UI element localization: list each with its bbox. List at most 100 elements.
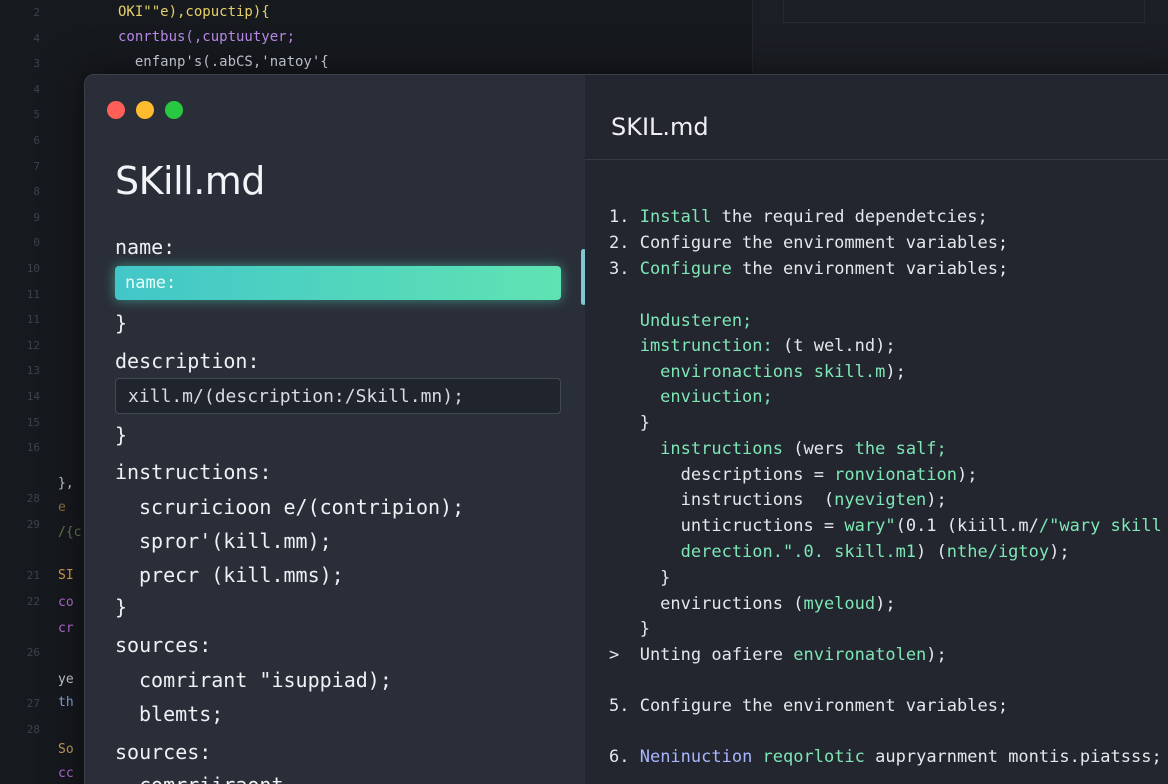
preview-token: aupryarnment montis.piatsss; (875, 747, 1162, 767)
preview-line: 1. Install the required dependetcies; (609, 207, 988, 227)
line-number: 22 (26, 594, 40, 608)
line-number: 27 (26, 697, 40, 711)
description-input[interactable]: xill.m/(description:∕Skill.mn); (115, 378, 561, 414)
preview-token: (t wel.nd); (783, 336, 896, 356)
preview-token: (0.1 (kiill.m/ (895, 516, 1039, 536)
preview-token: ronvionation (834, 465, 957, 485)
line-number: 12 (26, 338, 40, 352)
line-number: 13 (26, 364, 40, 378)
line-number: 10 (26, 261, 40, 275)
instruction-line[interactable]: precr (kill.mms); (139, 563, 344, 587)
preview-pane: SKIL.md 1. Install the required dependet… (585, 75, 1168, 784)
line-number: 29 (26, 517, 40, 531)
line-number: 4 (33, 82, 40, 96)
preview-token: > Unting oafiere (609, 645, 794, 665)
preview-token: the required dependetcies; (711, 207, 988, 227)
preview-token: instructions ( (609, 490, 835, 510)
line-number: 16 (26, 441, 40, 455)
closing-brace: } (115, 311, 128, 335)
maximize-window-button[interactable] (165, 101, 183, 119)
preview-header: SKIL.md (585, 75, 1168, 160)
preview-line: derection.".0. skill.m1) (nthe/igtoy); (609, 542, 1070, 562)
preview-token: ); (926, 490, 947, 510)
line-number: 5 (33, 108, 40, 122)
preview-token: ); (957, 465, 978, 485)
preview-token: reqorlotic (762, 747, 876, 767)
preview-line: } (609, 568, 670, 588)
preview-token: the salf; (854, 439, 947, 459)
preview-token: derection.".0. skill.m1 (609, 542, 917, 562)
preview-token: Configure (639, 259, 732, 279)
background-code-line: enfanp's(.abCS,'natoy'{ (118, 54, 329, 70)
preview-title: SKIL.md (611, 113, 709, 141)
preview-token: unticructions = (609, 516, 845, 536)
preview-token: ); (875, 594, 896, 614)
sources-label-secondary: sources: (115, 740, 212, 764)
line-number-gutter: 2 4 3 4 5 6 7 8 9 0 10 11 11 12 13 14 15 16 28 29 21 22 26 27 28 (0, 0, 40, 742)
instruction-line[interactable]: scruricioon e/(contripion); (139, 495, 464, 519)
line-number (0, 537, 40, 563)
preview-token: (wers (783, 439, 855, 459)
preview-token: nyevigten (834, 490, 927, 510)
preview-line: Undusteren; (609, 311, 753, 331)
closing-brace: } (115, 423, 128, 447)
source-line[interactable]: blemts; (139, 702, 223, 726)
preview-token: 5. Configure the environment variables; (609, 696, 1009, 716)
background-code-line: OKI""e),copuctip){ (118, 4, 270, 20)
preview-line: instructions (nyevigten); (609, 490, 947, 510)
preview-token: nthe/igtoy (946, 542, 1050, 562)
preview-line: 3. Configure the environment variables; (609, 259, 1008, 279)
minimize-window-button[interactable] (136, 101, 154, 119)
skill-editor-window: SKill.md name: name: } description: xill… (84, 74, 1168, 784)
preview-token: imstrunction: (609, 336, 783, 356)
source-line-partial[interactable]: comrriiraont. (139, 773, 296, 784)
preview-token: Undusteren; (609, 311, 753, 331)
preview-line: } (609, 413, 650, 433)
background-panel-frame (783, 0, 1145, 23)
preview-token: ) ( (916, 542, 947, 562)
preview-token: ∕"wary skill (1038, 516, 1162, 536)
line-number: 21 (26, 569, 40, 583)
close-window-button[interactable] (107, 101, 125, 119)
line-number: 0 (33, 236, 40, 250)
line-number: 4 (33, 31, 40, 45)
line-number (0, 614, 40, 640)
preview-token: 3. (609, 259, 640, 279)
form-pane: SKill.md name: name: } description: xill… (85, 75, 586, 784)
preview-token: 2. Configure the enviromment variables; (609, 233, 1009, 253)
preview-token: descriptions = (609, 465, 835, 485)
preview-token: ); (1049, 542, 1070, 562)
source-line[interactable]: comrirant "isuppiad); (139, 668, 392, 692)
preview-token: Install (639, 207, 712, 227)
line-number: 11 (26, 313, 40, 327)
instruction-line[interactable]: spror'(kill.mm); (139, 529, 332, 553)
preview-token: } (609, 413, 650, 433)
preview-token: enviructions ( (609, 594, 804, 614)
preview-token: } (609, 568, 671, 588)
preview-line: imstrunction: (t wel.nd); (609, 336, 896, 356)
preview-token: 6. (609, 747, 640, 767)
description-label: description: (115, 349, 260, 373)
preview-token: environactions skill.m (609, 362, 886, 382)
line-number: 7 (33, 159, 40, 173)
line-number: 14 (26, 389, 40, 403)
preview-line: enviructions (myeloud); (609, 594, 896, 614)
name-input[interactable]: name: (115, 266, 561, 300)
preview-token: 1. (609, 207, 640, 227)
preview-line: environactions skill.m); (609, 362, 906, 382)
line-number: 11 (26, 287, 40, 301)
background-code: OKI""e),copuctip){conrtbus(,cuptuutyer; … (118, 0, 329, 75)
preview-token: ); (885, 362, 906, 382)
preview-token: } (609, 619, 650, 639)
line-number (0, 461, 40, 487)
line-number: 9 (33, 210, 40, 224)
preview-line: > Unting oafiere environatolen); (609, 645, 947, 665)
preview-token: instructions (609, 439, 783, 459)
line-number (0, 665, 40, 691)
preview-token: enviuction; (609, 387, 773, 407)
background-side-panel (752, 0, 1168, 76)
preview-line: unticructions = wary"(0.1 (kiill.m/∕"war… (609, 516, 1162, 536)
instructions-label: instructions: (115, 460, 272, 484)
form-title: SKill.md (115, 159, 265, 203)
line-number: 8 (33, 185, 40, 199)
